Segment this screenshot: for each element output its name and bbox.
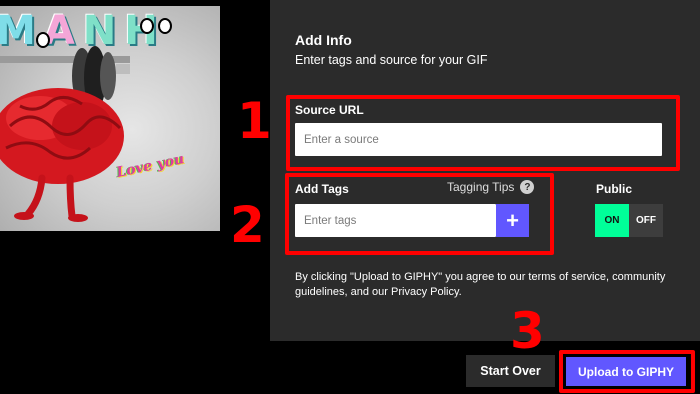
terms-notice: By clicking "Upload to GIPHY" you agree … <box>295 271 666 298</box>
public-toggle-off[interactable]: OFF <box>629 204 663 237</box>
source-url-input[interactable] <box>295 123 662 156</box>
upload-to-giphy-button[interactable]: Upload to GIPHY <box>566 357 686 386</box>
help-icon: ? <box>520 180 535 194</box>
add-tags-label: Add Tags <box>295 182 349 196</box>
add-info-panel: Add Info Enter tags and source for your … <box>270 0 700 341</box>
step-2-number: 2 <box>230 196 265 254</box>
step-1-number: 1 <box>237 92 272 150</box>
panel-subtitle: Enter tags and source for your GIF <box>295 53 488 67</box>
panel-title: Add Info <box>295 32 352 48</box>
public-toggle-on[interactable]: ON <box>595 204 629 237</box>
plus-icon: + <box>506 207 519 233</box>
step-3-number: 3 <box>510 302 545 360</box>
tagging-tips-link[interactable]: Tagging Tips ? <box>447 180 535 194</box>
add-tag-button[interactable]: + <box>496 204 529 237</box>
tagging-tips-label: Tagging Tips <box>447 180 515 194</box>
public-label: Public <box>596 182 633 196</box>
gif-preview: MANH Love you <box>0 6 220 231</box>
source-url-label: Source URL <box>295 103 364 117</box>
brain-lifting-barbell-illustration <box>0 46 130 222</box>
public-toggle[interactable]: ON OFF <box>595 204 663 237</box>
tags-input[interactable] <box>295 204 496 237</box>
